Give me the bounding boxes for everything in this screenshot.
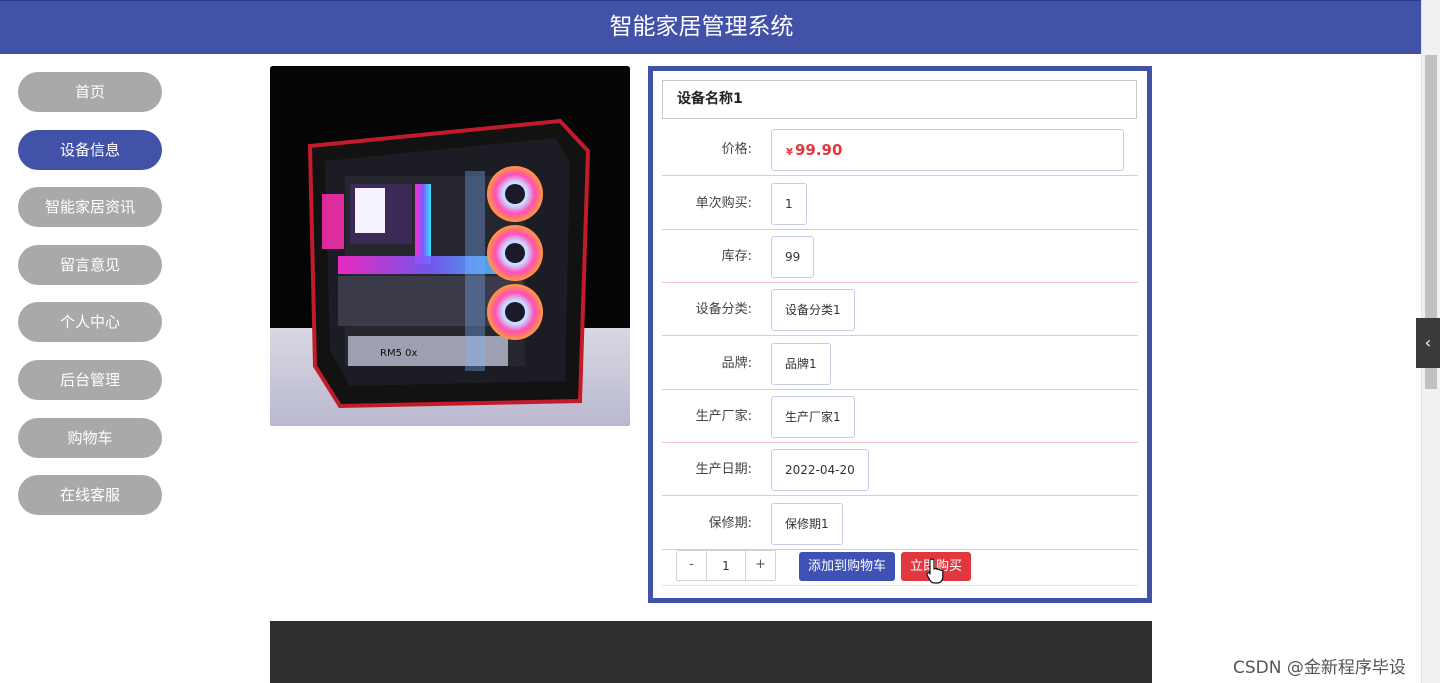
sidebar-item-cart[interactable]: 购物车: [18, 417, 162, 458]
category-label: 设备分类:: [695, 302, 752, 317]
quantity-decrease-button[interactable]: -: [677, 551, 706, 580]
product-details-panel: 设备名称1 价格: ¥99.90 单次购买: 1 库存: 99 设备分类: 设备…: [648, 66, 1152, 603]
quantity-increase-button[interactable]: +: [746, 551, 775, 580]
quantity-input[interactable]: [706, 551, 746, 580]
detail-row: 保修期: 保修期1: [662, 497, 1138, 550]
price-row: 价格: ¥99.90: [662, 123, 1138, 176]
price-value: 99.90: [794, 141, 843, 159]
sidebar-nav: 首页 设备信息 智能家居资讯 留言意见 个人中心 后台管理 购物车 在线客服: [18, 72, 162, 533]
svg-text:RM5 0x: RM5 0x: [380, 348, 417, 359]
stock-label: 库存:: [721, 249, 752, 264]
sidebar-item-device-info[interactable]: 设备信息: [18, 129, 162, 170]
single-purchase-label: 单次购买:: [695, 196, 752, 211]
top-header: 智能家居管理系统: [0, 0, 1421, 54]
warranty-label: 保修期:: [708, 516, 752, 531]
chevron-left-icon[interactable]: ‹: [1416, 318, 1440, 368]
detail-row: 品牌: 品牌1: [662, 337, 1138, 390]
pc-case-illustration: RM5 0x: [270, 66, 630, 426]
hand-pointer-icon: [926, 558, 944, 584]
add-to-cart-button[interactable]: 添加到购物车: [799, 552, 896, 581]
category-value: 设备分类1: [771, 289, 855, 331]
csdn-watermark: CSDN @金新程序毕设: [1233, 658, 1406, 678]
manufacturer-label: 生产厂家:: [695, 409, 752, 424]
detail-row: 生产日期: 2022-04-20: [662, 443, 1138, 496]
currency-symbol: ¥: [786, 147, 793, 158]
production-date-value: 2022-04-20: [771, 449, 869, 491]
detail-row: 生产厂家: 生产厂家1: [662, 390, 1138, 443]
detail-row: 单次购买: 1: [662, 177, 1138, 230]
sidebar-item-online-service[interactable]: 在线客服: [18, 475, 162, 516]
sidebar-item-home[interactable]: 首页: [18, 72, 162, 112]
product-name: 设备名称1: [662, 80, 1137, 119]
detail-row: 设备分类: 设备分类1: [662, 283, 1138, 336]
single-purchase-value: 1: [771, 183, 807, 225]
sidebar-item-smart-home-news[interactable]: 智能家居资讯: [18, 187, 162, 228]
sidebar-item-personal-center[interactable]: 个人中心: [18, 302, 162, 343]
divider: [662, 585, 1138, 586]
warranty-value: 保修期1: [771, 503, 843, 545]
price-label: 价格:: [721, 142, 752, 157]
sidebar-item-admin[interactable]: 后台管理: [18, 359, 162, 400]
detail-row: 库存: 99: [662, 230, 1138, 283]
production-date-label: 生产日期:: [695, 462, 752, 477]
brand-label: 品牌:: [721, 356, 752, 371]
product-image: RM5 0x: [270, 66, 630, 426]
brand-value: 品牌1: [771, 343, 831, 385]
stock-value: 99: [771, 236, 815, 278]
sidebar-item-feedback[interactable]: 留言意见: [18, 244, 162, 285]
quantity-stepper: - +: [676, 550, 776, 581]
price-value-box: ¥99.90: [771, 129, 1124, 171]
manufacturer-value: 生产厂家1: [771, 396, 855, 438]
page-footer: [270, 621, 1152, 683]
page-title: 智能家居管理系统: [609, 14, 794, 40]
